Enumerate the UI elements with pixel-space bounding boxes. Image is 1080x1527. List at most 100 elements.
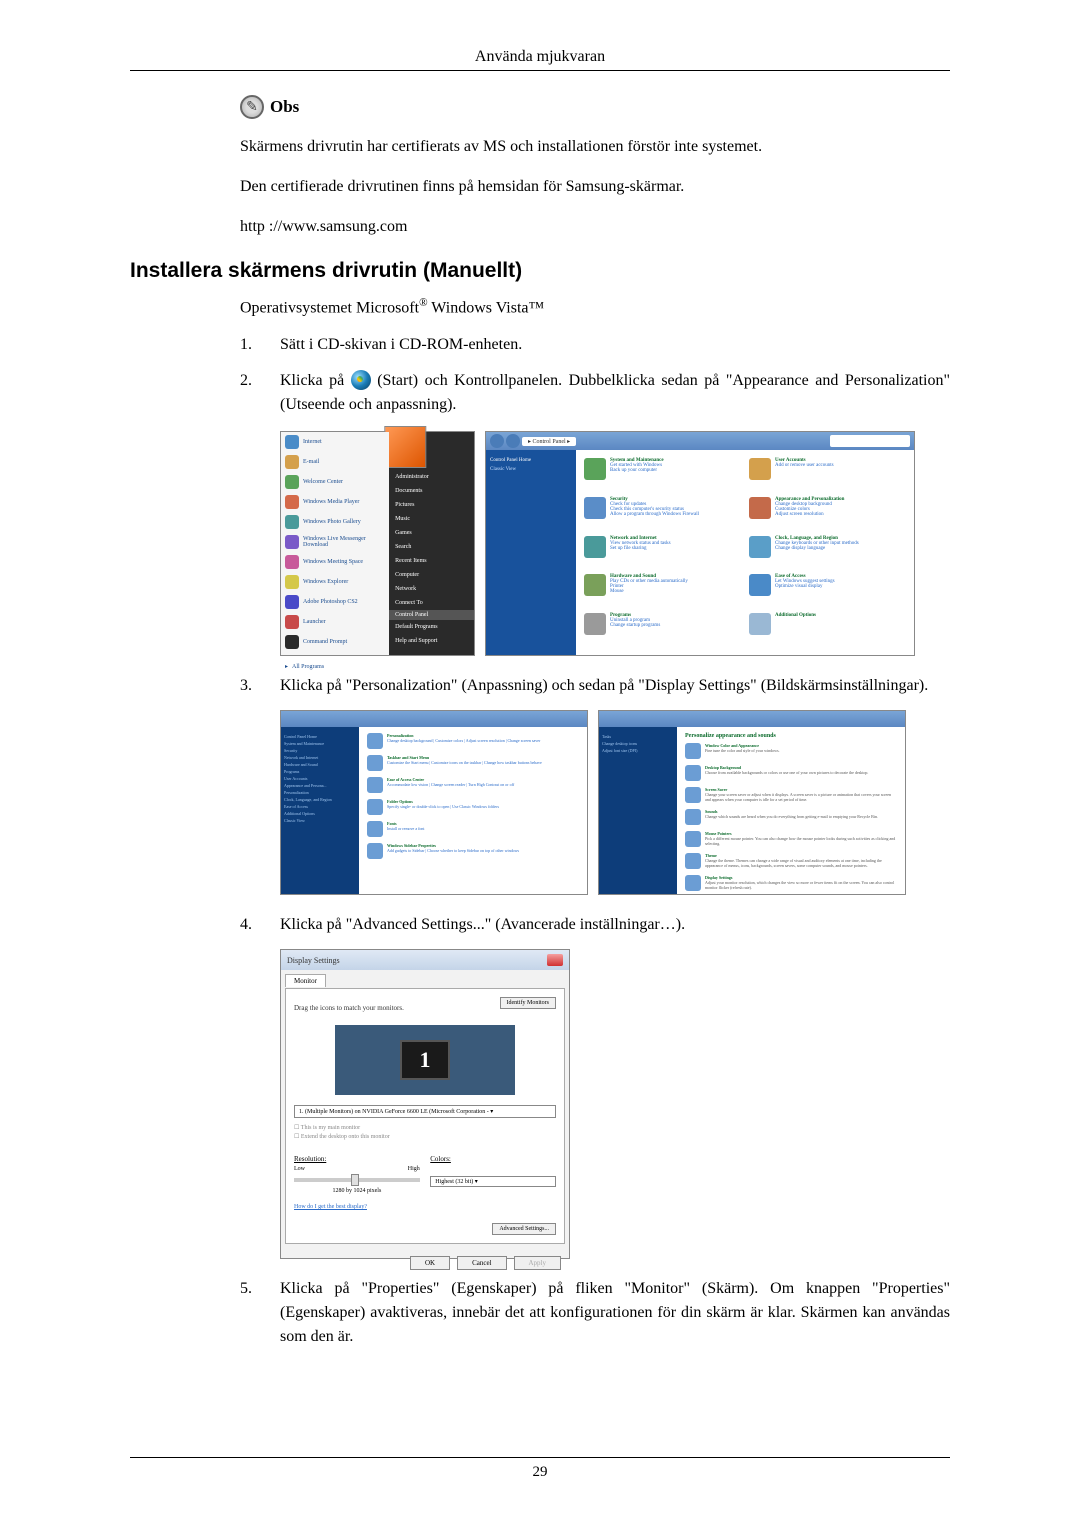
step-2-num: 2. xyxy=(240,369,280,393)
ds-tab-monitor: Monitor xyxy=(285,974,326,987)
sm-left-10: Command Prompt xyxy=(303,639,347,645)
start-orb-icon xyxy=(351,370,371,390)
ps-section: Desktop BackgroundChoose from available … xyxy=(685,765,897,781)
note-line-3: http ://www.samsung.com xyxy=(240,215,950,239)
step-3-text: Klicka på "Personalization" (Anpassning)… xyxy=(280,674,950,698)
smr-7: Computer xyxy=(395,568,468,582)
ps-section: Folder OptionsSpecify single- or double-… xyxy=(367,799,579,815)
ps-section: Screen SaverChange your screen saver or … xyxy=(685,787,897,803)
apply-button: Apply xyxy=(514,1256,562,1270)
smr-6: Recent Items xyxy=(395,554,468,568)
cp-category: SecurityCheck for updatesCheck this comp… xyxy=(584,497,741,532)
header-divider xyxy=(130,70,950,71)
ps-section: FontsInstall or remove a font xyxy=(367,821,579,837)
ds-title: Display Settings xyxy=(287,956,340,965)
step-2: 2. Klicka på (Start) och Kontrollpanelen… xyxy=(240,369,950,417)
smr-12: Help and Support xyxy=(395,634,468,648)
forward-button-icon xyxy=(506,434,520,448)
ps-left-item: System and Maintenance xyxy=(284,740,356,747)
ps-left-item: Security xyxy=(284,747,356,754)
ps-left-item: Programs xyxy=(284,768,356,775)
ps-section: Display SettingsAdjust your monitor reso… xyxy=(685,875,897,891)
ps-section: Taskbar and Start MenuCustomize the Star… xyxy=(367,755,579,771)
display-settings-screenshot: Display Settings Monitor Drag the icons … xyxy=(280,949,570,1259)
sm-left-4: Windows Photo Gallery xyxy=(303,519,361,525)
page-footer: 29 xyxy=(130,1457,950,1481)
cancel-button: Cancel xyxy=(457,1256,506,1270)
step-3: 3. Klicka på "Personalization" (Anpassni… xyxy=(240,674,950,698)
resolution-label: Resolution: xyxy=(294,1155,326,1163)
colors-label: Colors: xyxy=(430,1155,451,1163)
slider-high: High xyxy=(408,1166,420,1172)
sm-left-0: Internet xyxy=(303,439,322,445)
os-line: Operativsystemet Microsoft® Windows Vist… xyxy=(240,297,950,317)
ps-left-item: Ease of Access xyxy=(284,803,356,810)
sm-left-6: Windows Meeting Space xyxy=(303,559,363,565)
ps-section: PersonalizationChange desktop background… xyxy=(367,733,579,749)
page-header-title: Använda mjukvaran xyxy=(130,0,950,70)
smr-11: Default Programs xyxy=(395,620,468,634)
sm-left-8: Adobe Photoshop CS2 xyxy=(303,599,358,605)
ps-section: Window Color and AppearanceFine tune the… xyxy=(685,743,897,759)
step-4-num: 4. xyxy=(240,913,280,937)
sm-left-1: E-mail xyxy=(303,459,319,465)
obs-note-block: Obs Skärmens drivrutin har certifierats … xyxy=(240,95,950,239)
ps-left-item: Control Panel Home xyxy=(284,733,356,740)
ok-button: OK xyxy=(410,1256,450,1270)
step-4-text: Klicka på "Advanced Settings..." (Avance… xyxy=(280,913,950,937)
ps-left-item: Tasks xyxy=(602,733,674,740)
smr-4: Games xyxy=(395,526,468,540)
step-1: 1. Sätt i CD-skivan i CD-ROM-enheten. xyxy=(240,333,950,357)
step-1-num: 1. xyxy=(240,333,280,357)
identify-monitors-button: Identify Monitors xyxy=(500,997,557,1009)
ps-left-item: User Accounts xyxy=(284,775,356,782)
step-3-num: 3. xyxy=(240,674,280,698)
close-icon xyxy=(547,954,563,966)
cp-category: Appearance and PersonalizationChange des… xyxy=(749,497,906,532)
resolution-slider xyxy=(294,1178,420,1182)
person-heading: Personalize appearance and sounds xyxy=(685,733,897,739)
monitor-select-dropdown: 1. (Multiple Monitors) on NVIDIA GeForce… xyxy=(294,1105,556,1118)
cp-category: Hardware and SoundPlay CDs or other medi… xyxy=(584,574,741,609)
sm-left-3: Windows Media Player xyxy=(303,499,359,505)
main-monitor-checkbox: ☐ This is my main monitor xyxy=(294,1124,556,1131)
obs-label: Obs xyxy=(270,97,299,117)
cp-breadcrumb: ▸ Control Panel ▸ xyxy=(522,437,576,446)
color-depth-dropdown: Highest (32 bit) ▾ xyxy=(430,1176,556,1187)
advanced-settings-button: Advanced Settings... xyxy=(492,1223,556,1235)
cp-category: Ease of AccessLet Windows suggest settin… xyxy=(749,574,906,609)
note-line-1: Skärmens drivrutin har certifierats av M… xyxy=(240,135,950,159)
smr-1: Documents xyxy=(395,484,468,498)
ps-left-item: Network and Internet xyxy=(284,754,356,761)
note-line-2: Den certifierade drivrutinen finns på he… xyxy=(240,175,950,199)
smr-10: Control Panel xyxy=(389,610,474,620)
sm-left-9: Launcher xyxy=(303,619,326,625)
step-5: 5. Klicka på "Properties" (Egenskaper) p… xyxy=(240,1277,950,1349)
step-2-text-b: (Start) och Kontrollpanelen. Dubbelklick… xyxy=(280,372,950,413)
ps-section: ThemeChange the theme. Themes can change… xyxy=(685,853,897,869)
step-5-num: 5. xyxy=(240,1277,280,1301)
os-suffix: Windows Vista™ xyxy=(428,299,545,316)
ps-section: Mouse PointersPick a different mouse poi… xyxy=(685,831,897,847)
appearance-window-screenshot: Control Panel HomeSystem and Maintenance… xyxy=(280,710,588,895)
cp-category: Clock, Language, and RegionChange keyboa… xyxy=(749,536,906,571)
smr-3: Music xyxy=(395,512,468,526)
monitor-thumbnail: 1 xyxy=(400,1040,450,1080)
section-heading: Installera skärmens drivrutin (Manuellt) xyxy=(130,259,950,283)
ps-section: SoundsChange which sounds are heard when… xyxy=(685,809,897,825)
os-prefix: Operativsystemet Microsoft xyxy=(240,299,419,316)
step-4: 4. Klicka på "Advanced Settings..." (Ava… xyxy=(240,913,950,937)
smr-0: Administrator xyxy=(395,470,468,484)
ps-left-item: Personalization xyxy=(284,789,356,796)
ps-left-item: Clock, Language, and Region xyxy=(284,796,356,803)
cp-category: Additional Options xyxy=(749,613,906,648)
sm-left-2: Welcome Center xyxy=(303,479,343,485)
back-button-icon xyxy=(490,434,504,448)
startmenu-screenshot: Internet E-mail Welcome Center Windows M… xyxy=(280,431,475,656)
sm-left-7: Windows Explorer xyxy=(303,579,348,585)
search-box xyxy=(830,435,910,447)
cp-left-1: Classic View xyxy=(490,465,572,474)
sm-left-5: Windows Live Messenger Download xyxy=(303,536,385,548)
extend-desktop-checkbox: ☐ Extend the desktop onto this monitor xyxy=(294,1133,556,1140)
ps-left-item: Appearance and Persona... xyxy=(284,782,356,789)
